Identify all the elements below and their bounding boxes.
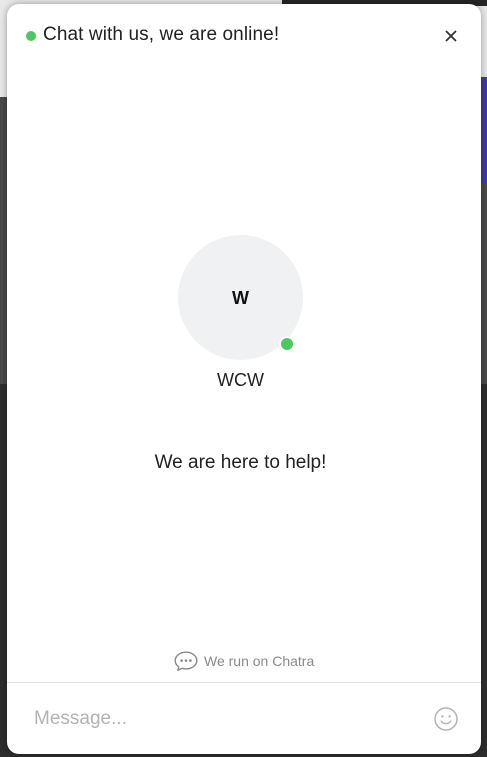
avatar-initial: W [232,287,249,308]
agent-name: WCW [217,370,264,390]
message-input[interactable] [25,701,423,737]
emoji-button[interactable] [433,706,459,732]
smiley-icon [433,706,459,732]
chat-header: Chat with us, we are online! [7,4,481,66]
close-icon [439,24,463,48]
welcome-message: We are here to help! [154,452,327,473]
agent-avatar: W [178,235,303,360]
powered-by-link[interactable]: We run on Chatra [173,649,314,673]
chat-status-title: Chat with us, we are online! [43,24,280,45]
composer-divider [7,682,481,683]
chat-widget: Chat with us, we are online! W WCW We ar… [7,4,481,754]
powered-by-text: We run on Chatra [204,653,315,669]
close-button[interactable] [439,24,463,48]
agent-online-dot [279,336,295,352]
chat-bubbles-icon [173,650,199,672]
online-status-dot [26,31,36,41]
